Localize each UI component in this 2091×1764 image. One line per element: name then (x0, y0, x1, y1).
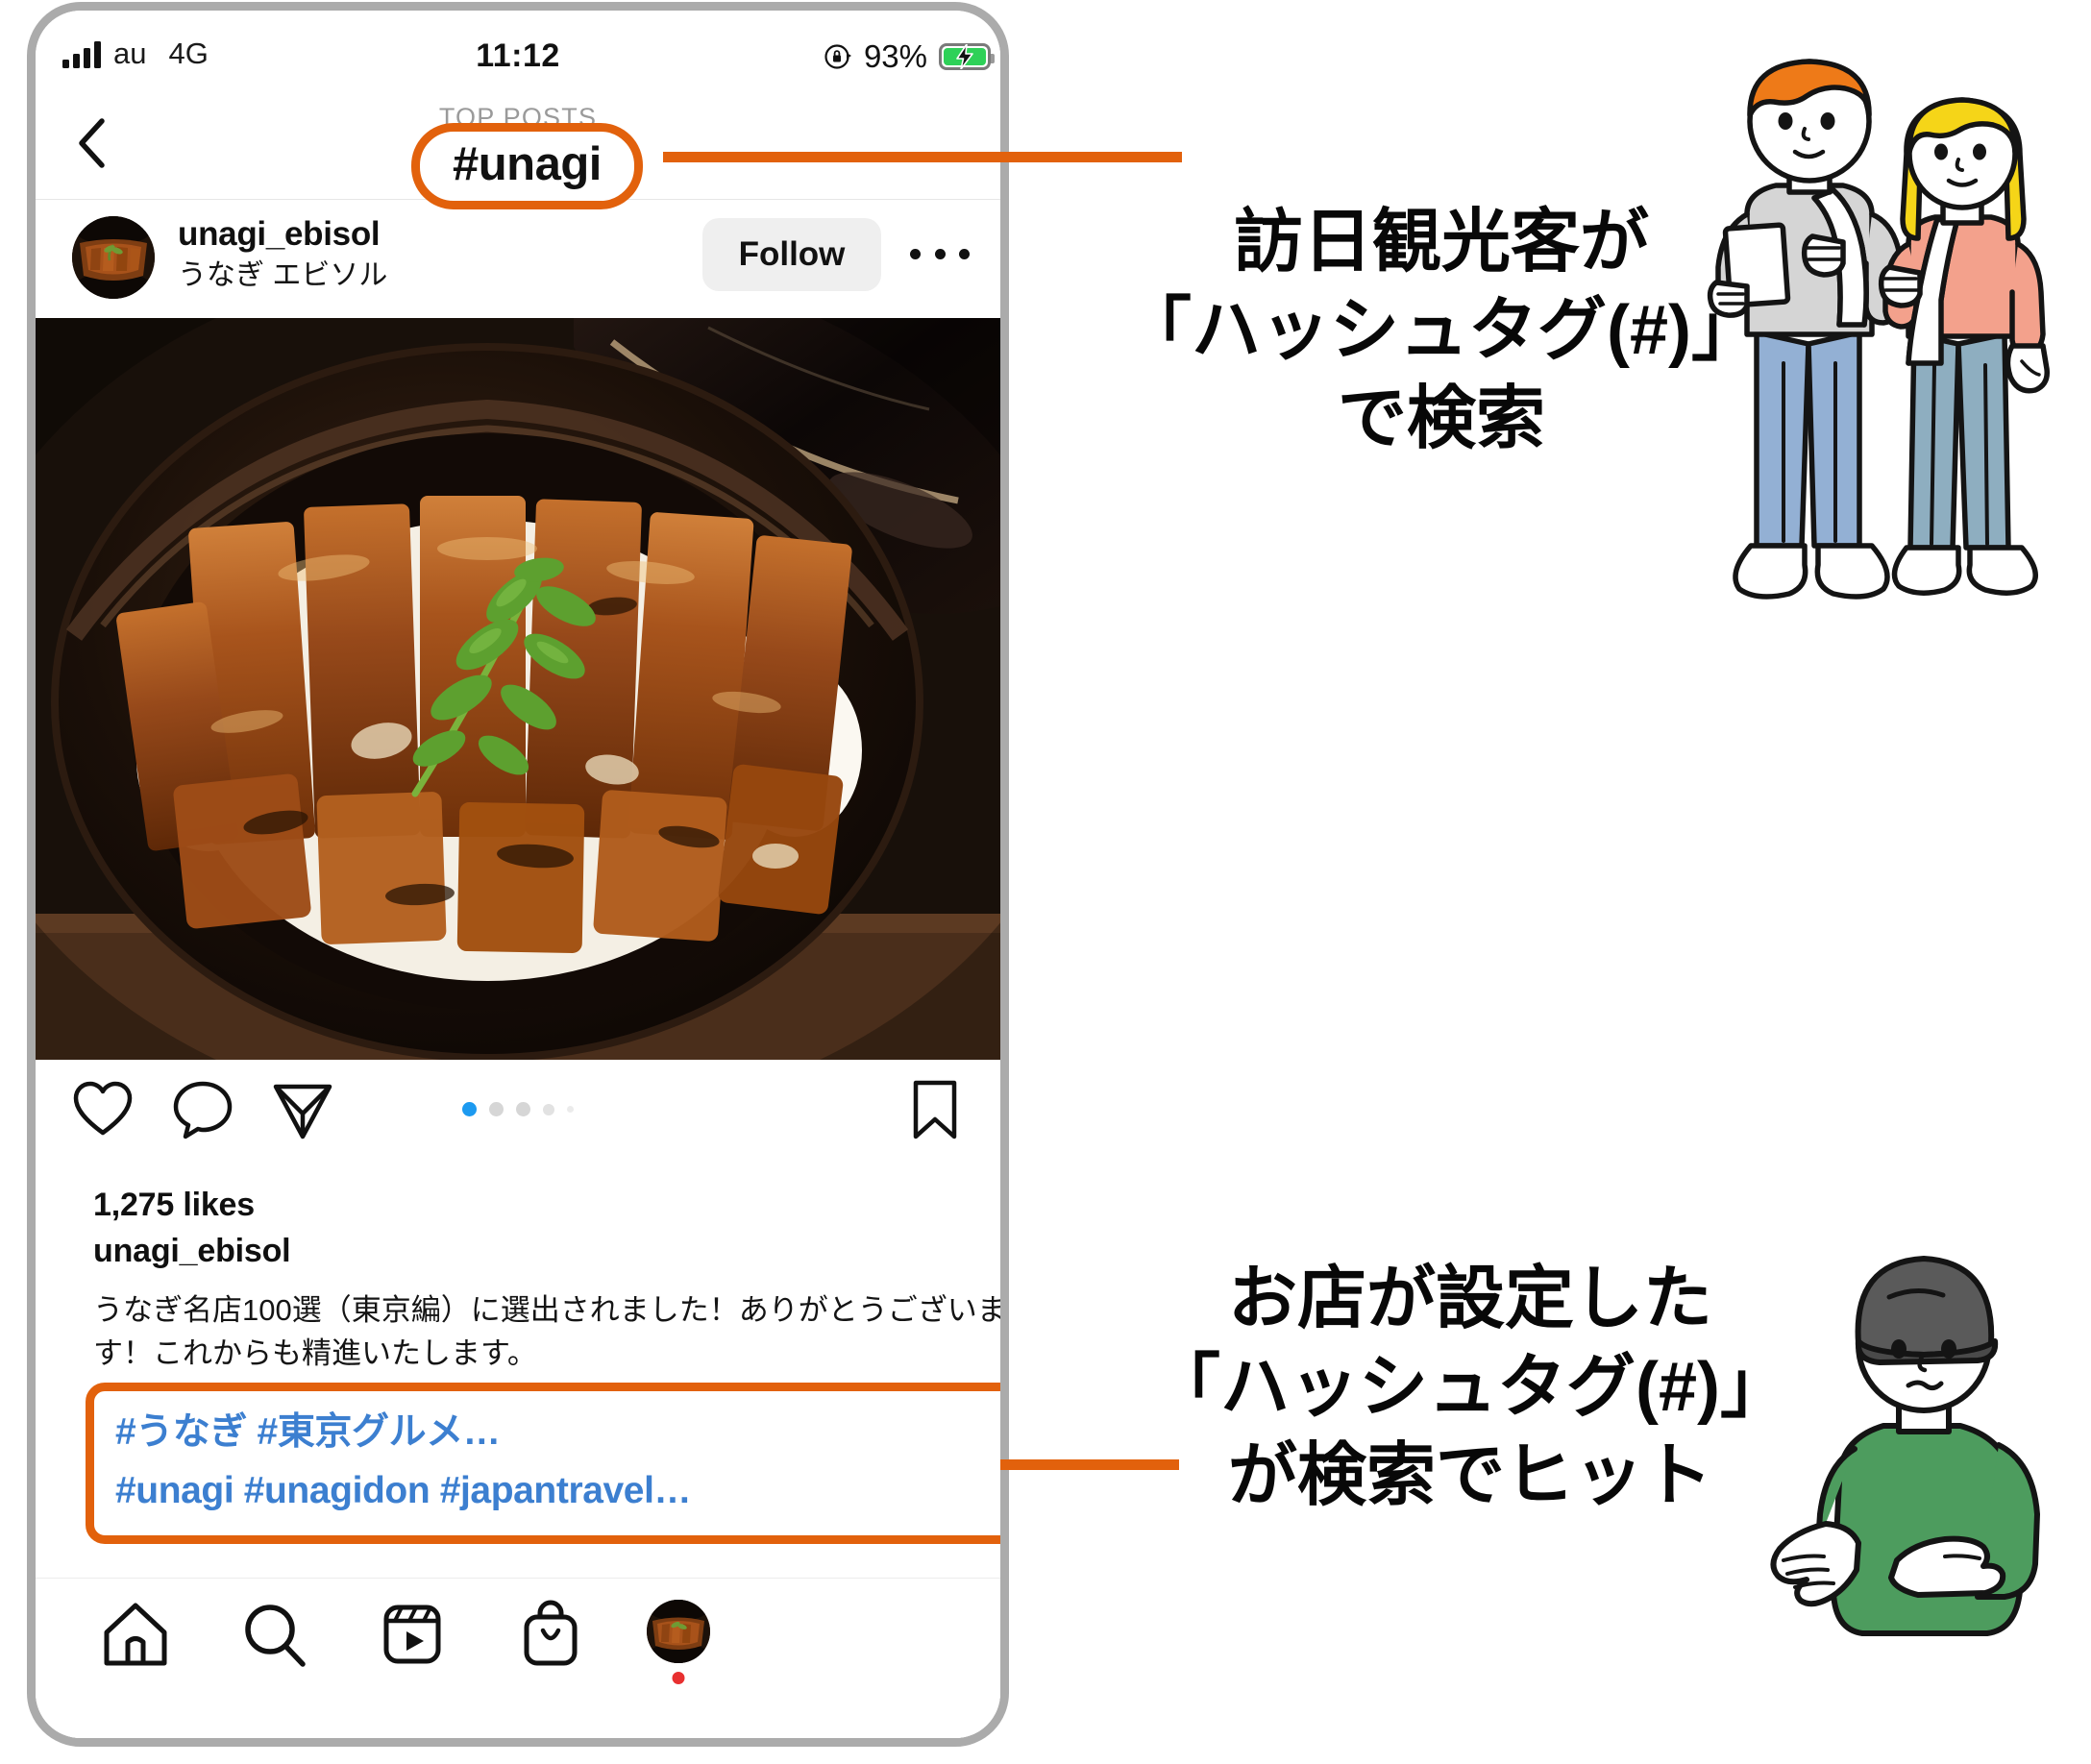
more-options-icon[interactable] (910, 230, 970, 278)
shop-bag-icon[interactable] (516, 1600, 585, 1669)
hashtag-highlight-box: #うなぎ #東京グルメ… #unagi #unagidon #japantrav… (86, 1383, 1000, 1544)
battery-charging-icon (939, 43, 995, 70)
post-actions (36, 1060, 1000, 1164)
annotation-bottom-line2: 「ハッシュタグ(#)」 (1151, 1349, 1789, 1427)
phone-frame: au 4G 11:12 93% TOP POSTS unagi_ebisol う… (27, 2, 1009, 1747)
unread-badge-dot (672, 1672, 685, 1684)
phone-screen: au 4G 11:12 93% TOP POSTS unagi_ebisol う… (36, 11, 1000, 1738)
annotation-bottom: お店が設定した 「ハッシュタグ(#)」 が検索でヒット (1134, 1255, 1807, 1520)
home-icon[interactable] (101, 1600, 170, 1669)
status-bar-right: 93% (824, 38, 995, 75)
tourist-couple-illustration (1707, 59, 2050, 600)
profile-avatar-icon[interactable] (647, 1600, 710, 1684)
annotation-top-line1: 訪日観光客が (1233, 204, 1649, 281)
post-image[interactable] (36, 318, 1000, 1060)
likes-count: 1,275 likes (93, 1187, 255, 1223)
follow-button[interactable]: Follow (702, 218, 881, 291)
post-username[interactable]: unagi_ebisol (178, 214, 387, 255)
shop-owner-illustration (1770, 1256, 2040, 1636)
bookmark-icon[interactable] (904, 1079, 966, 1140)
reels-icon[interactable] (378, 1600, 447, 1669)
hashtag-line-2[interactable]: #unagi #unagidon #japantravel… (115, 1461, 990, 1520)
callout-connector-bottom (982, 1459, 1179, 1470)
status-bar: au 4G 11:12 93% (36, 32, 1000, 86)
avatar[interactable] (72, 216, 155, 299)
search-icon[interactable] (239, 1600, 308, 1669)
hashtag-line-1[interactable]: #うなぎ #東京グルメ… (115, 1403, 990, 1461)
annotation-top: 訪日観光客が 「ハッシュタグ(#)」 で検索 (1105, 198, 1778, 463)
annotation-top-line2: 「ハッシュタグ(#)」 (1122, 292, 1760, 370)
post-subtitle: うなぎ エビソル (178, 259, 388, 291)
annotation-bottom-line1: お店が設定した (1227, 1261, 1712, 1337)
rotation-lock-icon (824, 44, 851, 69)
hashtag-title-pill[interactable]: #unagi (411, 123, 643, 209)
battery-percent-label: 93% (863, 38, 927, 74)
carousel-dots (36, 1102, 1000, 1116)
post-header-names: unagi_ebisol うなぎ エビソル (178, 214, 387, 295)
caption-username[interactable]: unagi_ebisol (93, 1233, 291, 1270)
callout-connector-top (663, 152, 1182, 162)
annotation-top-line3: で検索 (1337, 380, 1545, 458)
bottom-nav-bar (36, 1578, 1000, 1738)
post-header: unagi_ebisol うなぎ エビソル Follow (36, 201, 1000, 318)
caption-text: うなぎ名店100選（東京編）に選出されました！ありがとうございます！これからも精… (93, 1293, 1007, 1370)
annotation-bottom-line3: が検索でヒット (1227, 1437, 1712, 1515)
